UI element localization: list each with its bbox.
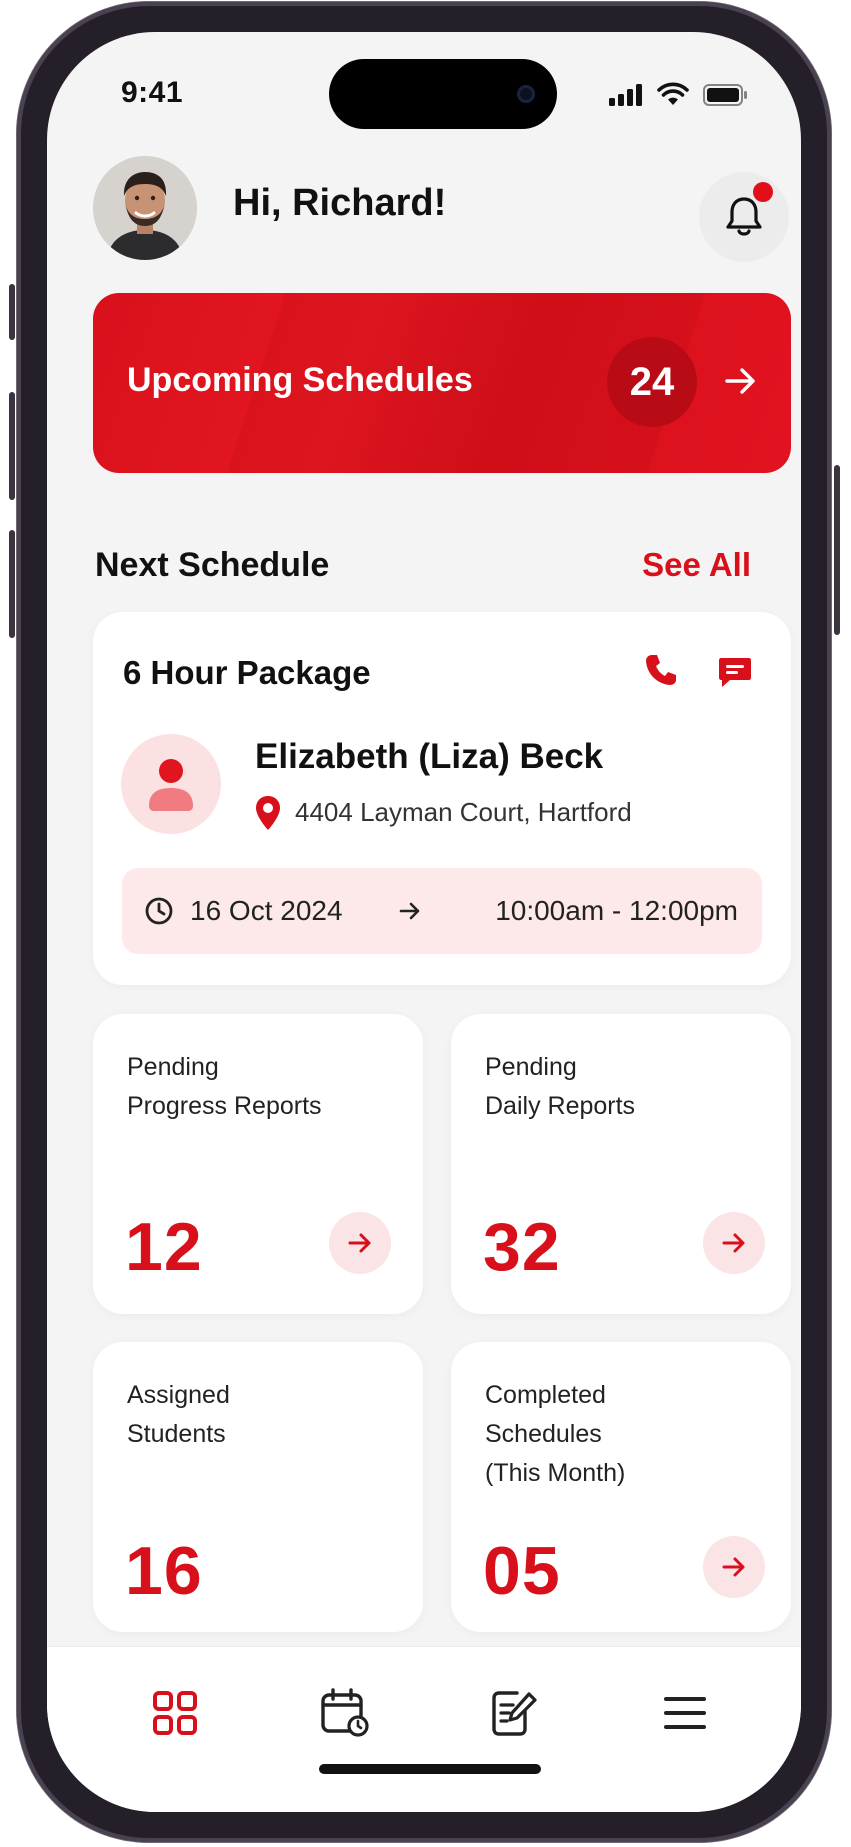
action-button [9,284,15,340]
arrow-right-icon [399,902,420,920]
schedule-date: 16 Oct 2024 [190,895,343,926]
stat-card-completed-schedules[interactable]: Completed Schedules (This Month) 05 [451,1342,791,1632]
signal-icon [609,84,642,106]
volume-up-button [9,392,15,500]
report-edit-icon [492,1691,537,1736]
arrow-right-icon [725,368,755,394]
stat-card-pending-progress-reports[interactable]: Pending Progress Reports 12 [93,1014,423,1314]
arrow-right-icon [722,1233,745,1253]
stat-label: Pending Progress Reports [127,1053,322,1120]
bell-icon [726,197,762,236]
battery-icon [703,84,747,106]
next-schedule-card[interactable]: 6 Hour Package Elizabeth (Liza) Beck 440… [93,612,791,985]
tab-dashboard[interactable] [149,1687,201,1739]
user-avatar-photo [93,156,197,260]
wifi-icon [657,82,689,105]
stat-label: Assigned Students [127,1381,230,1448]
location-pin-icon [256,796,280,830]
tab-menu[interactable] [659,1687,711,1739]
student-avatar [121,734,221,834]
phone-frame: 9:41 Hi, Richard! Upcoming Schedules 24 … [17,2,831,1842]
stat-value: 05 [483,1533,561,1609]
dashboard-grid-icon [153,1691,197,1735]
student-address: 4404 Layman Court, Hartford [295,797,632,827]
status-icons [609,82,749,106]
see-all-link[interactable]: See All [642,546,751,584]
upcoming-schedules-banner[interactable]: Upcoming Schedules 24 [93,293,791,473]
stat-value: 12 [125,1209,203,1285]
user-icon [149,759,193,811]
power-button [834,465,840,635]
stat-value: 32 [483,1209,561,1285]
schedule-time-range: 10:00am - 12:00pm [495,895,738,926]
notifications-button[interactable] [699,172,789,262]
arrow-right-icon [722,1557,745,1577]
chat-icon[interactable] [717,654,753,690]
tab-reports[interactable] [489,1687,541,1739]
open-button[interactable] [329,1212,391,1274]
schedule-time-pill: 16 Oct 2024 10:00am - 12:00pm [122,868,762,954]
stat-card-assigned-students[interactable]: Assigned Students 16 [93,1342,423,1632]
greeting: Hi, Richard! [233,182,447,224]
stat-label: Pending Daily Reports [485,1053,636,1120]
menu-icon [664,1697,706,1729]
phone-icon[interactable] [643,652,679,688]
stat-label: Completed Schedules (This Month) [485,1381,626,1487]
notification-badge [753,182,773,202]
screen: 9:41 Hi, Richard! Upcoming Schedules 24 … [47,32,801,1812]
open-button[interactable] [703,1536,765,1598]
status-time: 9:41 [121,76,184,109]
stat-card-pending-daily-reports[interactable]: Pending Daily Reports 32 [451,1014,791,1314]
banner-title: Upcoming Schedules [127,361,473,399]
tab-schedule[interactable] [319,1687,371,1739]
next-schedule-title: Next Schedule [95,546,330,584]
stat-value: 16 [125,1533,203,1609]
package-title: 6 Hour Package [123,654,371,691]
calendar-clock-icon [321,1688,369,1737]
upcoming-count-badge: 24 [607,337,697,427]
open-button[interactable] [703,1212,765,1274]
front-camera [517,85,535,103]
avatar[interactable] [93,156,197,260]
home-indicator [319,1764,541,1774]
volume-down-button [9,530,15,638]
tab-bar [47,1646,801,1812]
clock-icon [145,897,173,925]
arrow-right-icon [348,1233,371,1253]
student-name: Elizabeth (Liza) Beck [255,737,604,776]
